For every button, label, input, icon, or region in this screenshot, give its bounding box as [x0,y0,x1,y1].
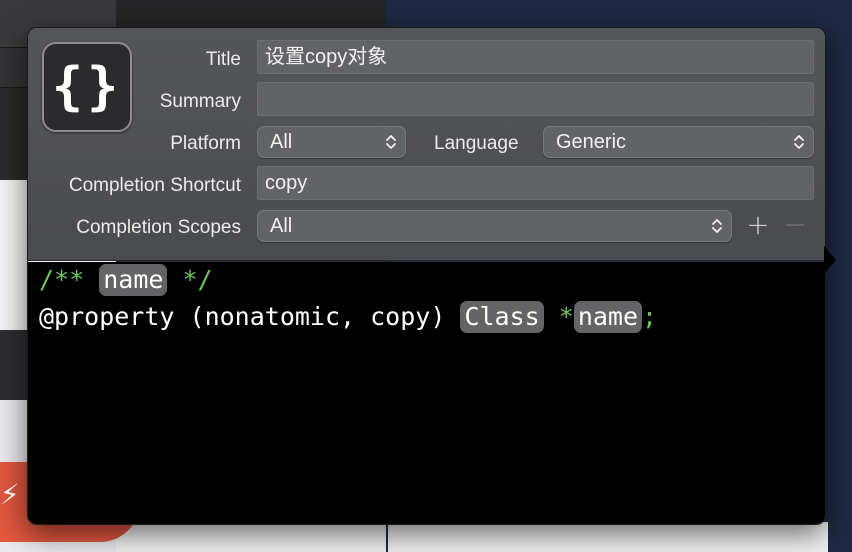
popover-arrow [824,246,836,274]
language-label: Language [434,133,519,154]
completion-scopes-popup[interactable]: All [257,210,732,242]
snippet-popover: {} Title 设置copy对象 Summary Platform All L… [27,27,826,525]
summary-field[interactable] [257,82,814,116]
chevron-updown-icon [386,135,396,149]
class-placeholder-token[interactable]: Class [460,301,544,333]
pointer-star: * [543,302,574,331]
completion-scopes-value: All [270,215,293,237]
add-scope-button[interactable]: + [745,211,771,240]
completion-shortcut-field[interactable]: copy [257,166,814,200]
comment-open: /** [39,265,100,294]
platform-label: Platform [170,133,241,154]
snippet-form: {} Title 设置copy对象 Summary Platform All L… [28,28,825,261]
name-placeholder-token[interactable]: name [99,264,168,296]
platform-value: All [270,131,293,153]
completion-shortcut-label: Completion Shortcut [68,175,241,196]
semicolon: ; [642,302,658,331]
language-popup[interactable]: Generic [543,126,814,158]
language-value: Generic [556,131,627,153]
title-field[interactable]: 设置copy对象 [257,40,814,74]
code-editor[interactable]: /** name */ @property (nonatomic, copy) … [28,262,825,524]
platform-popup[interactable]: All [257,126,406,158]
summary-label: Summary [159,91,241,112]
code-line-1: /** name */ [39,262,213,298]
chevron-updown-icon [794,135,804,149]
chevron-updown-icon [712,219,722,233]
code-line-2: @property (nonatomic, copy) Class * name; [39,299,657,335]
lightning-icon: ⚡ [0,478,20,511]
background-panel [388,522,828,552]
completion-scopes-label: Completion Scopes [76,217,241,238]
name-placeholder-token[interactable]: name [573,301,643,333]
remove-scope-button[interactable]: − [782,211,808,240]
snippet-braces-icon: {} [42,42,132,132]
title-label: Title [205,49,241,70]
comment-close: */ [167,265,213,294]
property-declaration: @property (nonatomic, copy) [39,302,461,331]
